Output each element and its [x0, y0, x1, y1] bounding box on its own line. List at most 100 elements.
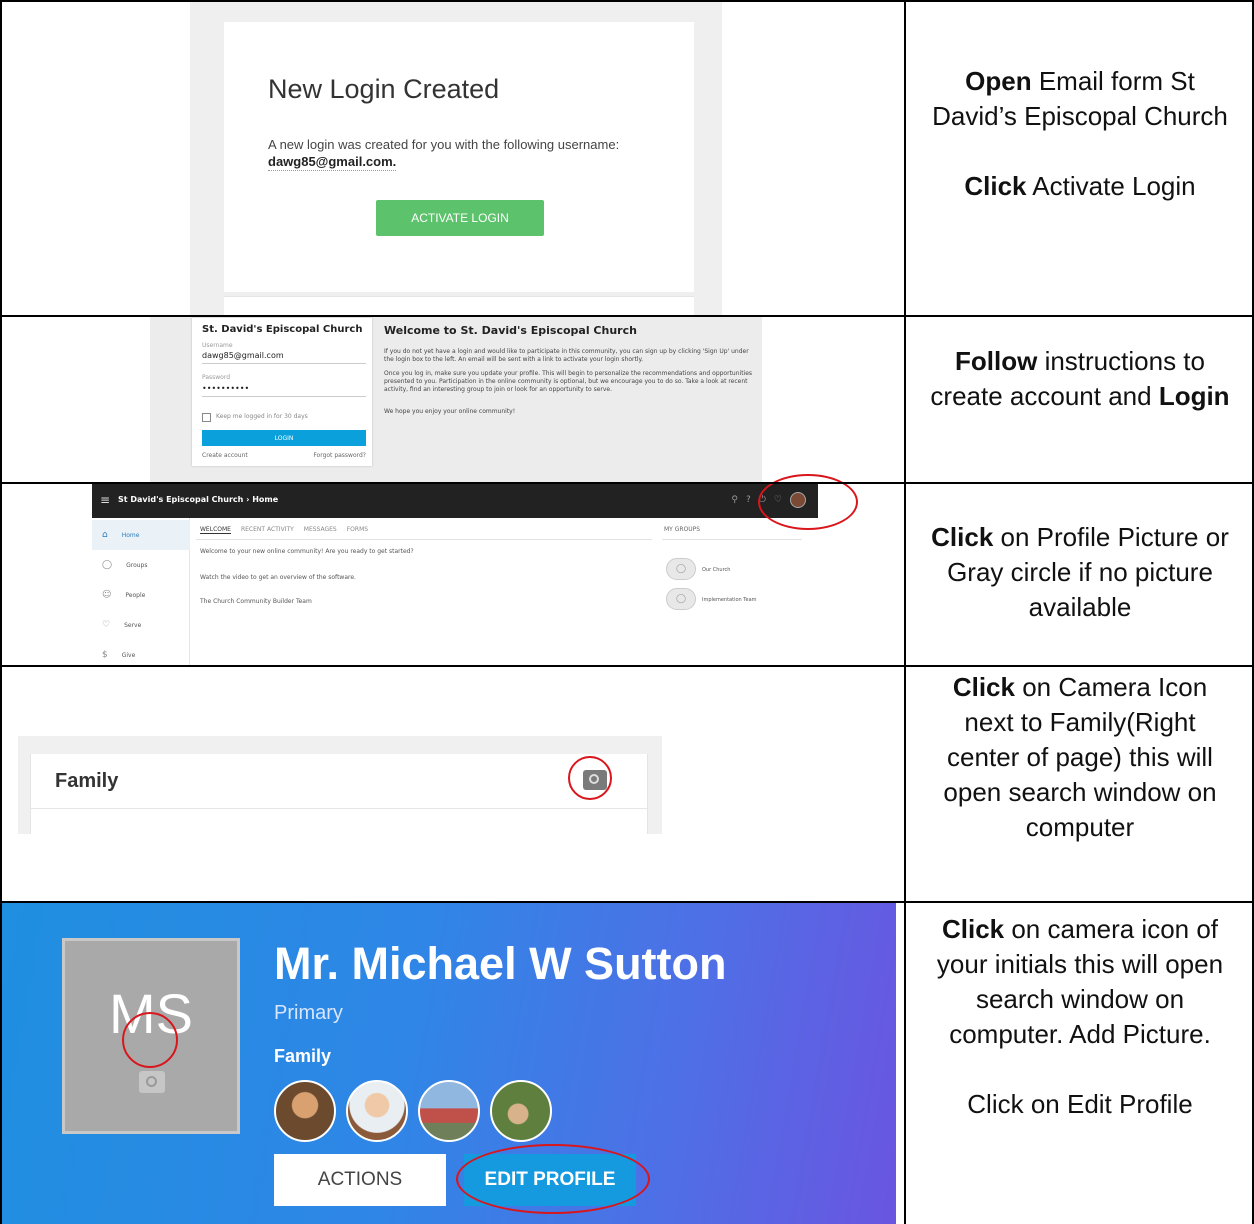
email-footer: [224, 296, 694, 316]
password-label: Password: [202, 374, 231, 381]
email-username: dawg85@gmail.com: [268, 154, 393, 169]
home-icon: ⌂: [102, 530, 108, 540]
login-button[interactable]: LOGIN: [202, 430, 366, 446]
instruction-1a: Open Email form St David’s Episcopal Chu…: [926, 64, 1234, 134]
family-card: Family: [30, 754, 648, 834]
login-card: St. David's Episcopal Church Username da…: [192, 318, 372, 466]
sidebar-item-groups[interactable]: ◯ Groups: [92, 550, 190, 580]
signature-line: The Church Community Builder Team: [200, 598, 312, 605]
dashboard-title: St David's Episcopal Church › Home: [118, 495, 279, 504]
dashboard-topbar: ≡ St David's Episcopal Church › Home ⚲ ?…: [92, 484, 818, 518]
group-icon[interactable]: ◯: [666, 588, 696, 610]
welcome-paragraph-3: We hope you enjoy your online community!: [384, 408, 516, 415]
sidebar-item-label: Give: [121, 651, 136, 659]
instruction-row-3: Click on Profile Picture or Gray circle …: [906, 520, 1254, 625]
instruction-1b: Click Activate Login: [926, 169, 1234, 204]
group-our-church[interactable]: Our Church: [702, 567, 730, 573]
people-icon: ☺: [102, 590, 112, 600]
instruction-5b: Click on Edit Profile: [967, 1089, 1193, 1119]
email-card: New Login Created A new login was create…: [224, 22, 694, 292]
give-icon: $: [102, 650, 108, 660]
welcome-line: Welcome to your new online community! Ar…: [200, 548, 414, 555]
profile-role: Primary: [274, 1002, 343, 1024]
instruction-5a: Click on camera icon of your initials th…: [926, 912, 1234, 1052]
table-border: [0, 0, 1254, 2]
username-field[interactable]: dawg85@gmail.com: [202, 351, 284, 360]
welcome-paragraph-2: Once you log in, make sure you update yo…: [384, 370, 753, 393]
email-username-suffix: .: [392, 154, 397, 169]
serve-icon: ♡: [102, 620, 111, 630]
family-member-avatar[interactable]: [274, 1080, 336, 1142]
email-body: A new login was created for you with the…: [268, 136, 668, 171]
instruction-4-strong: Click: [952, 672, 1015, 702]
tab-welcome[interactable]: WELCOME: [200, 526, 231, 534]
table-border: [0, 901, 1254, 903]
highlight-ring: [568, 756, 612, 800]
sidebar-item-label: People: [125, 591, 146, 599]
family-member-avatar[interactable]: [346, 1080, 408, 1142]
instruction-row-2: Follow instructions to create account an…: [906, 344, 1254, 414]
sidebar-item-home[interactable]: ⌂ Home: [92, 520, 190, 550]
sidebar-item-label: Home: [121, 531, 140, 539]
highlight-ring: [456, 1144, 650, 1214]
family-member-avatar[interactable]: [490, 1080, 552, 1142]
sidebar-item-label: Groups: [126, 561, 148, 569]
family-member-avatar[interactable]: [418, 1080, 480, 1142]
help-icon[interactable]: ?: [746, 495, 751, 505]
instruction-3-strong: Click: [931, 522, 994, 552]
instruction-2-strong-b: Login: [1158, 381, 1230, 411]
camera-icon[interactable]: [139, 1071, 165, 1093]
sidebar-item-serve[interactable]: ♡ Serve: [92, 610, 190, 640]
table-border: [904, 0, 906, 1224]
welcome-title: Welcome to St. David's Episcopal Church: [384, 324, 637, 337]
tab-messages[interactable]: MESSAGES: [304, 526, 337, 534]
video-line: Watch the video to get an overview of th…: [200, 574, 356, 581]
instruction-2-strong: Follow: [955, 346, 1038, 376]
tab-forms[interactable]: FORMS: [347, 526, 368, 534]
highlight-ring: [122, 1012, 178, 1068]
sidebar-item-label: Serve: [124, 621, 142, 629]
table-border: [0, 315, 1254, 317]
actions-button[interactable]: ACTIONS: [274, 1154, 446, 1206]
instruction-row-1: Open Email form St David’s Episcopal Chu…: [906, 64, 1254, 204]
my-groups-heading: MY GROUPS: [664, 526, 701, 533]
instruction-1b-text: Activate Login: [1026, 171, 1196, 201]
sidebar-item-people[interactable]: ☺ People: [92, 580, 190, 610]
email-body-text: A new login was created for you with the…: [268, 137, 620, 152]
keep-logged-label: Keep me logged in for 30 days: [216, 413, 308, 420]
tab-recent-activity[interactable]: RECENT ACTIVITY: [241, 526, 294, 534]
tab-divider: [196, 539, 652, 540]
instruction-1a-strong: Open: [965, 66, 1032, 96]
username-label: Username: [202, 342, 233, 349]
groups-icon: ◯: [102, 560, 113, 570]
login-church-name: St. David's Episcopal Church: [202, 324, 363, 335]
create-account-link[interactable]: Create account: [202, 452, 248, 459]
my-groups-divider: [662, 539, 802, 540]
family-label: Family: [274, 1046, 332, 1066]
dashboard-tabs: WELCOME RECENT ACTIVITY MESSAGES FORMS: [200, 526, 368, 534]
family-title: Family: [55, 770, 119, 792]
hamburger-menu-icon[interactable]: ≡: [100, 493, 110, 507]
group-implementation-team[interactable]: Implementation Team: [702, 597, 757, 603]
search-icon[interactable]: ⚲: [731, 495, 738, 505]
table-border: [0, 0, 2, 1224]
keep-logged-checkbox[interactable]: [202, 413, 211, 422]
instruction-table: New Login Created A new login was create…: [0, 0, 1254, 1224]
password-field[interactable]: ••••••••••: [202, 384, 249, 393]
email-title: New Login Created: [268, 74, 500, 104]
table-border: [0, 482, 1254, 484]
instruction-row-5: Click on camera icon of your initials th…: [906, 912, 1254, 1122]
forgot-password-link[interactable]: Forgot password?: [313, 452, 366, 459]
email-username-line: dawg85@gmail.com.: [268, 153, 397, 171]
profile-name: Mr. Michael W Sutton: [274, 938, 727, 989]
activate-login-button[interactable]: ACTIVATE LOGIN: [376, 200, 544, 236]
table-border: [0, 665, 1254, 667]
dashboard-sidebar: ⌂ Home ◯ Groups ☺ People ♡ Serve $ Give: [92, 518, 190, 666]
password-underline: [202, 396, 366, 397]
family-divider: [31, 808, 647, 809]
welcome-paragraph-1: If you do not yet have a login and would…: [384, 348, 749, 363]
instruction-5a-strong: Click: [941, 914, 1005, 944]
group-icon[interactable]: ◯: [666, 558, 696, 580]
instruction-row-4: Click on Camera Icon next to Family(Righ…: [906, 670, 1254, 845]
instruction-1b-strong: Click: [964, 171, 1027, 201]
